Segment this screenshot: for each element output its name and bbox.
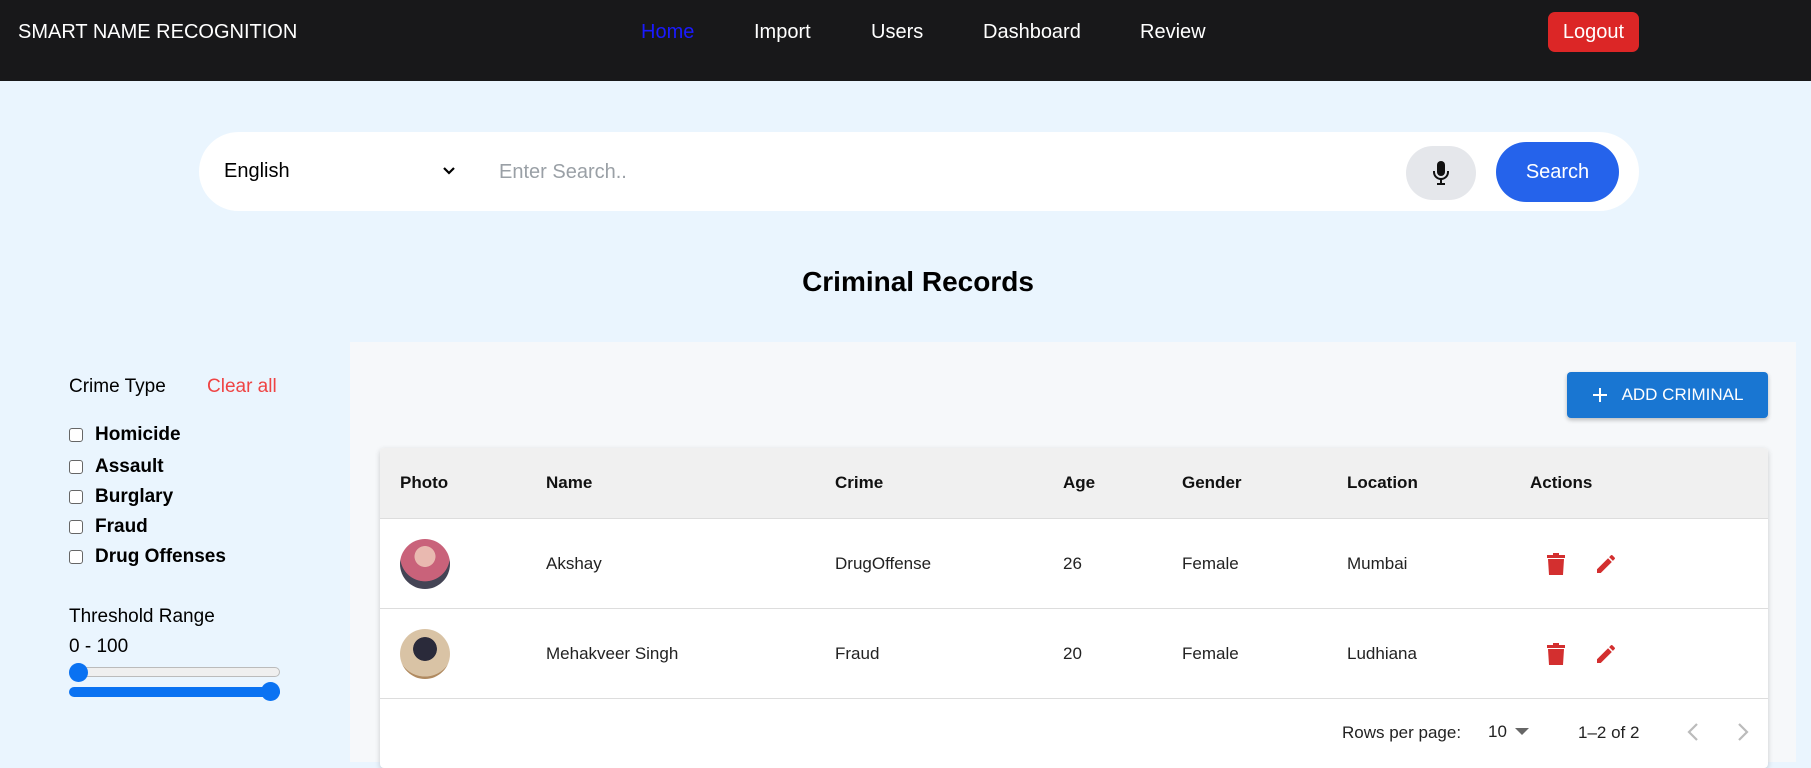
threshold-min-slider[interactable] — [69, 667, 280, 677]
edit-icon[interactable] — [1594, 642, 1618, 666]
checkbox[interactable] — [69, 460, 83, 474]
checkbox-label: Homicide — [95, 424, 181, 445]
avatar — [400, 539, 450, 589]
cell-name: Mehakveer Singh — [546, 644, 679, 663]
search-input[interactable] — [499, 152, 1379, 192]
threshold-min-handle[interactable] — [69, 663, 88, 682]
checkbox[interactable] — [69, 550, 83, 564]
cell-location: Mumbai — [1347, 554, 1408, 573]
header-age: Age — [1063, 473, 1096, 492]
next-page-icon[interactable] — [1736, 722, 1750, 742]
checkbox[interactable] — [69, 520, 83, 534]
rows-per-page-value: 10 — [1488, 722, 1507, 741]
checkbox-label: Burglary — [95, 486, 174, 507]
cell-gender: Female — [1182, 554, 1239, 573]
top-navbar: SMART NAME RECOGNITION Home Import Users… — [0, 0, 1811, 81]
header-location: Location — [1347, 473, 1418, 492]
checkbox-label: Assault — [95, 456, 164, 477]
cell-crime: DrugOffense — [835, 554, 932, 573]
rows-per-page-label: Rows per page: — [1342, 723, 1462, 742]
cell-gender: Female — [1182, 644, 1239, 663]
nav-home[interactable]: Home — [641, 21, 694, 44]
table-row: Akshay DrugOffense 26 Female Mumbai — [380, 519, 1768, 609]
header-photo: Photo — [400, 473, 449, 492]
cell-name: Akshay — [546, 554, 602, 573]
rows-per-page-select[interactable]: 10 — [1488, 722, 1529, 742]
table-header: Photo Name Crime Age Gender Location Act… — [380, 448, 1768, 519]
threshold-max-slider[interactable] — [69, 687, 280, 697]
app-brand: SMART NAME RECOGNITION — [18, 21, 298, 43]
cell-location: Ludhiana — [1347, 644, 1417, 663]
avatar — [400, 629, 450, 679]
header-actions: Actions — [1530, 473, 1593, 492]
pagination: Rows per page: 10 1–2 of 2 — [380, 700, 1768, 760]
delete-icon[interactable] — [1546, 642, 1566, 666]
clear-all-link[interactable]: Clear all — [207, 376, 277, 398]
filter-assault[interactable]: Assault — [69, 456, 164, 478]
delete-icon[interactable] — [1546, 552, 1566, 576]
filter-drug-offenses[interactable]: Drug Offenses — [69, 546, 226, 568]
language-value: English — [224, 160, 290, 182]
nav-users[interactable]: Users — [871, 21, 923, 44]
table-row: Mehakveer Singh Fraud 20 Female Ludhiana — [380, 609, 1768, 699]
mic-button[interactable] — [1406, 146, 1476, 200]
plus-icon — [1592, 388, 1607, 402]
add-criminal-button[interactable]: ADD CRIMINAL — [1567, 372, 1768, 418]
header-gender: Gender — [1182, 473, 1242, 492]
search-bar: English Search — [199, 132, 1639, 211]
header-crime: Crime — [835, 473, 884, 492]
threshold-label: Threshold Range — [69, 606, 215, 627]
checkbox-label: Drug Offenses — [95, 546, 226, 567]
cell-crime: Fraud — [835, 644, 880, 663]
previous-page-icon[interactable] — [1686, 722, 1700, 742]
edit-icon[interactable] — [1594, 552, 1618, 576]
filter-burglary[interactable]: Burglary — [69, 486, 173, 508]
cell-age: 26 — [1063, 554, 1082, 573]
checkbox-label: Fraud — [95, 516, 148, 537]
header-name: Name — [546, 473, 593, 492]
threshold-value: 0 - 100 — [69, 636, 129, 657]
chevron-down-icon — [441, 158, 457, 183]
page-range: 1–2 of 2 — [1578, 723, 1640, 742]
checkbox[interactable] — [69, 428, 83, 442]
cell-age: 20 — [1063, 644, 1082, 663]
page-title: Criminal Records — [802, 266, 1034, 297]
microphone-icon — [1433, 161, 1449, 185]
nav-import[interactable]: Import — [754, 21, 811, 44]
threshold-max-handle[interactable] — [261, 682, 280, 701]
nav-review[interactable]: Review — [1140, 21, 1206, 44]
checkbox[interactable] — [69, 490, 83, 504]
search-button[interactable]: Search — [1496, 142, 1619, 202]
filter-homicide[interactable]: Homicide — [69, 424, 181, 446]
add-criminal-label: ADD CRIMINAL — [1621, 385, 1744, 404]
criminal-table: Photo Name Crime Age Gender Location Act… — [380, 448, 1768, 768]
crime-type-label: Crime Type — [69, 376, 166, 397]
caret-down-icon — [1514, 728, 1529, 735]
filter-fraud[interactable]: Fraud — [69, 516, 148, 538]
nav-dashboard[interactable]: Dashboard — [983, 21, 1081, 44]
logout-button[interactable]: Logout — [1548, 12, 1639, 52]
